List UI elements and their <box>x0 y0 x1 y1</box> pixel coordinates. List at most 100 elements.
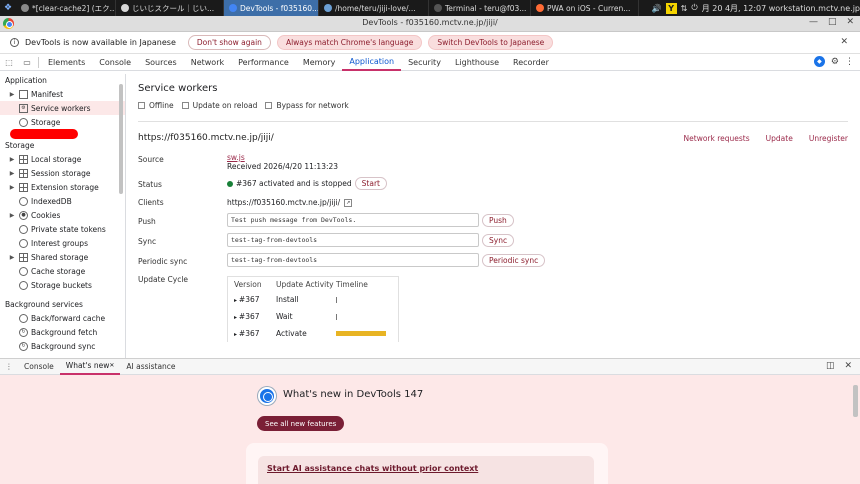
tab-network[interactable]: Network <box>184 54 231 71</box>
tab-elements[interactable]: Elements <box>41 54 92 71</box>
sidebar-item-background-sync[interactable]: ↻ Background sync <box>0 339 125 353</box>
switch-language-button[interactable]: Switch DevTools to Japanese <box>428 35 554 50</box>
drawer-scrollbar[interactable] <box>853 385 858 417</box>
expand-arrow-icon[interactable]: ▶ <box>8 212 16 219</box>
sidebar-item-cache-storage[interactable]: Cache storage <box>0 264 125 278</box>
tab-console[interactable]: Console <box>92 54 138 71</box>
sync-button[interactable]: Sync <box>482 233 515 247</box>
checkbox-box[interactable] <box>265 102 273 109</box>
activity-value: Activate <box>276 329 307 338</box>
sidebar-item-extension-storage[interactable]: ▶ Extension storage <box>0 180 125 194</box>
sidebar-item-indexeddb[interactable]: IndexedDB <box>0 194 125 208</box>
drawer-tab-label: AI assistance <box>126 362 176 371</box>
sidebar-item-storage-buckets[interactable]: Storage buckets <box>0 278 125 292</box>
settings-gear-icon[interactable]: ⚙ <box>831 57 839 67</box>
taskbar-task[interactable]: PWA on iOS - Curren... <box>531 0 639 16</box>
sync-icon: ↻ <box>19 327 28 337</box>
sidebar-scrollbar[interactable] <box>119 84 123 194</box>
drawer-tab-what-s-new[interactable]: What's new ✕ <box>59 359 121 375</box>
version-cell[interactable]: ▸ #367 <box>234 312 276 321</box>
unregister-link[interactable]: Unregister <box>809 134 848 143</box>
close-tab-icon[interactable]: ✕ <box>109 362 114 369</box>
sidebar-item-back-forward-cache[interactable]: Back/forward cache <box>0 311 125 325</box>
timeline-mark <box>336 296 337 303</box>
expand-arrow-icon[interactable]: ▶ <box>8 170 16 177</box>
network-requests-link[interactable]: Network requests <box>684 134 750 143</box>
tab-performance[interactable]: Performance <box>231 54 296 71</box>
sidebar-item-manifest[interactable]: ▶ Manifest <box>0 87 125 101</box>
version-cell[interactable]: ▸ #367 <box>234 295 276 304</box>
inspect-element-icon[interactable]: ⬚ <box>0 58 18 67</box>
see-all-features-button[interactable]: See all new features <box>257 416 345 431</box>
sidebar-item-cookies[interactable]: ▶ ● Cookies <box>0 208 125 222</box>
dock-side-icon[interactable]: ◫ <box>826 361 835 371</box>
network-icon[interactable]: ⇅ <box>681 4 688 13</box>
maximize-icon[interactable]: □ <box>828 17 837 27</box>
expand-arrow-icon[interactable]: ▶ <box>8 91 16 98</box>
sidebar-item-private-state-tokens[interactable]: Private state tokens <box>0 222 125 236</box>
periodic-sync-input[interactable]: test-tag-from-devtools <box>227 253 479 267</box>
checkbox-update-on-reload[interactable]: Update on reload <box>181 101 257 110</box>
checkbox-box[interactable] <box>138 102 145 109</box>
sidebar-item-storage[interactable]: Storage <box>0 115 125 129</box>
match-language-button[interactable]: Always match Chrome's language <box>276 35 423 50</box>
sidebar-item-label: Session storage <box>31 168 91 178</box>
sidebar-item-interest-groups[interactable]: Interest groups <box>0 236 125 250</box>
close-infobar-icon[interactable]: ✕ <box>840 37 848 47</box>
taskbar-task[interactable]: *[clear-cache2] (エク... <box>16 0 116 16</box>
content-scrollbar[interactable] <box>854 78 858 346</box>
clock[interactable]: 月 20 4月, 12:07 workstation.mctv.ne.jp <box>702 3 860 14</box>
checkbox-bypass-for-network[interactable]: Bypass for network <box>265 101 349 110</box>
checkbox-offline[interactable]: Offline <box>138 101 174 110</box>
start-button[interactable]: Start <box>354 177 387 190</box>
checkbox-box[interactable] <box>181 102 189 109</box>
taskbar-task[interactable]: じいじスクール｜じい... <box>116 0 224 16</box>
tab-sources[interactable]: Sources <box>138 54 184 71</box>
sidebar-section-background-services[interactable]: Background services <box>0 298 125 311</box>
close-drawer-icon[interactable]: ✕ <box>844 361 852 371</box>
sync-input[interactable]: test-tag-from-devtools <box>227 233 479 247</box>
activity-value: Install <box>276 295 299 304</box>
close-window-icon[interactable]: ✕ <box>846 17 854 27</box>
expand-arrow-icon[interactable]: ▶ <box>8 184 16 191</box>
power-icon[interactable]: ⏻ <box>691 3 697 13</box>
sidebar-item-session-storage[interactable]: ▶ Session storage <box>0 166 125 180</box>
dont-show-again-button[interactable]: Don't show again <box>187 35 271 50</box>
push-button[interactable]: Push <box>482 213 514 227</box>
feature-link[interactable]: Start AI assistance chats without prior … <box>267 464 478 473</box>
tab-security[interactable]: Security <box>401 54 448 71</box>
periodic-sync-button[interactable]: Periodic sync <box>482 253 546 267</box>
version-cell[interactable]: ▸ #367 <box>234 329 276 338</box>
ai-assistance-icon[interactable]: ◆ <box>813 56 825 67</box>
taskbar-task[interactable]: DevTools - f035160... <box>224 0 319 16</box>
input-method-icon[interactable]: Y <box>665 2 677 14</box>
taskbar-task[interactable]: Terminal - teru@f03... <box>429 0 531 16</box>
minimize-icon[interactable]: — <box>809 17 818 27</box>
expand-arrow-icon[interactable]: ▶ <box>8 156 16 163</box>
sidebar-item-shared-storage[interactable]: ▶ Shared storage <box>0 250 125 264</box>
app-icon <box>121 4 129 12</box>
push-input[interactable]: Test push message from DevTools. <box>227 213 479 227</box>
sidebar-item-background-fetch[interactable]: ↻ Background fetch <box>0 325 125 339</box>
taskbar-task[interactable]: /home/teru/jiji-love/... <box>319 0 429 16</box>
update-link[interactable]: Update <box>766 134 793 143</box>
status-text: #367 activated and is stopped <box>236 179 352 188</box>
app-menu-icon[interactable]: ❖ <box>0 0 16 16</box>
sidebar-item-service-workers[interactable]: ⚙ Service workers <box>0 101 125 115</box>
drawer-tab-console[interactable]: Console <box>18 359 60 375</box>
tab-recorder[interactable]: Recorder <box>506 54 556 71</box>
drawer-tab-ai-assistance[interactable]: AI assistance <box>120 359 181 375</box>
drawer-menu-icon[interactable]: ⋮ <box>0 362 18 371</box>
volume-icon[interactable]: 🔊 <box>652 4 662 13</box>
source-file-link[interactable]: sw.js <box>227 153 245 162</box>
tab-application[interactable]: Application <box>342 54 402 71</box>
tab-memory[interactable]: Memory <box>296 54 343 71</box>
tab-lighthouse[interactable]: Lighthouse <box>448 54 506 71</box>
sidebar-item-local-storage[interactable]: ▶ Local storage <box>0 152 125 166</box>
expand-arrow-icon[interactable]: ▶ <box>8 254 16 261</box>
more-options-icon[interactable]: ⋮ <box>845 57 854 67</box>
focus-client-icon[interactable]: ↗ <box>344 198 353 207</box>
device-toolbar-icon[interactable]: ▭ <box>18 58 36 67</box>
sidebar-section-application[interactable]: Application <box>0 74 125 87</box>
sidebar-section-storage[interactable]: Storage <box>0 139 125 152</box>
